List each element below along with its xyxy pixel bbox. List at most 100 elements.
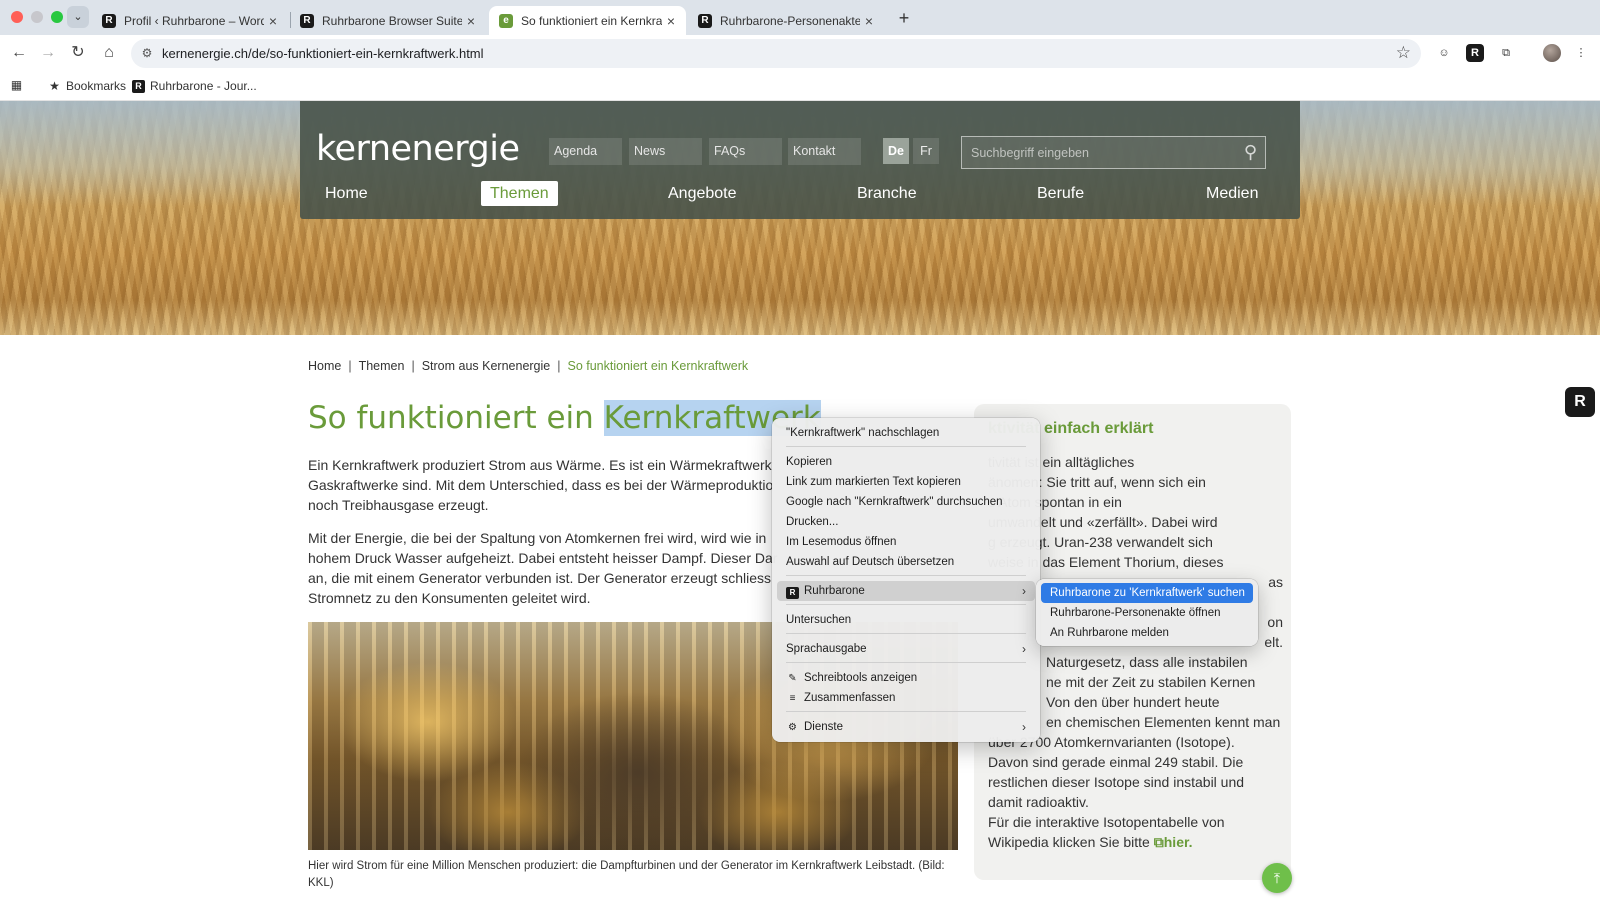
menu-item-speech[interactable]: Sprachausgabe › bbox=[777, 639, 1035, 659]
extensions-puzzle-icon[interactable]: ⧉ bbox=[1497, 44, 1515, 62]
menu-item-google[interactable]: Google nach "Kernkraftwerk" durchsuchen bbox=[777, 492, 1035, 512]
ruhrbarone-floating-icon[interactable]: R bbox=[1565, 387, 1595, 417]
ruhrbarone-extension-icon[interactable]: R bbox=[1466, 44, 1484, 62]
menu-label: Ruhrbarone bbox=[804, 585, 865, 597]
maximize-window-button[interactable] bbox=[51, 11, 63, 23]
tab-title: So funktioniert ein Kernkraftwerk bbox=[521, 13, 662, 28]
forward-icon[interactable]: → bbox=[36, 41, 60, 65]
submenu-item-report[interactable]: An Ruhrbarone melden bbox=[1041, 623, 1253, 643]
tab-browser-suite[interactable]: R Ruhrbarone Browser Suite Options × bbox=[290, 6, 486, 35]
ruhrbarone-submenu: Ruhrbarone zu 'Kernkraftwerk' suchen Ruh… bbox=[1036, 579, 1258, 646]
browser-toolbar: ← → ↻ ⌂ ⚙ kernenergie.ch/de/so-funktioni… bbox=[0, 35, 1600, 72]
back-icon[interactable]: ← bbox=[7, 41, 31, 65]
nav-medien[interactable]: Medien bbox=[1206, 181, 1258, 206]
new-tab-icon[interactable]: + bbox=[892, 6, 916, 30]
summarize-icon: ≡ bbox=[789, 693, 796, 704]
menu-label: Zusammenfassen bbox=[804, 692, 896, 704]
nav-themen[interactable]: Themen bbox=[481, 181, 558, 206]
external-link[interactable]: ⧉hier. bbox=[1154, 834, 1193, 850]
menu-item-inspect[interactable]: Untersuchen bbox=[777, 610, 1035, 630]
search-icon[interactable]: ⚲ bbox=[1244, 142, 1257, 163]
link-text: hier. bbox=[1163, 834, 1193, 850]
menu-separator bbox=[786, 662, 1026, 663]
submenu-item-open-file[interactable]: Ruhrbarone-Personenakte öffnen bbox=[1041, 603, 1253, 623]
tab-kernkraftwerk[interactable]: e So funktioniert ein Kernkraftwerk × bbox=[489, 6, 686, 35]
meta-link-faqs[interactable]: FAQs bbox=[709, 138, 782, 165]
menu-item-ruhrbarone[interactable]: R Ruhrbarone › bbox=[777, 581, 1035, 601]
close-tab-icon[interactable]: × bbox=[860, 13, 878, 29]
menu-item-services[interactable]: ⚙ Dienste › bbox=[777, 717, 1035, 737]
menu-separator bbox=[786, 604, 1026, 605]
ruhrbarone-favicon-icon: R bbox=[132, 79, 145, 93]
breadcrumb-strom[interactable]: Strom aus Kernenergie bbox=[422, 359, 551, 373]
site-info-icon[interactable]: ⚙ bbox=[139, 45, 155, 61]
ruhrbarone-favicon-icon: R bbox=[698, 13, 712, 28]
nav-branche[interactable]: Branche bbox=[857, 181, 917, 206]
menu-item-copy[interactable]: Kopieren bbox=[777, 452, 1035, 472]
bookmark-star-icon[interactable]: ☆ bbox=[1396, 43, 1411, 63]
meta-link-news[interactable]: News bbox=[629, 138, 702, 165]
menu-separator bbox=[786, 711, 1026, 712]
url-text: kernenergie.ch/de/so-funktioniert-ein-ke… bbox=[162, 46, 484, 61]
ruhrbarone-icon: R bbox=[786, 587, 799, 599]
text-line: restlichen dieser Isotope sind instabil … bbox=[988, 774, 1245, 790]
menu-item-lookup[interactable]: "Kernkraftwerk" nachschlagen bbox=[777, 423, 1035, 443]
menu-separator bbox=[786, 633, 1026, 634]
breadcrumb-themen[interactable]: Themen bbox=[359, 359, 405, 373]
reload-icon[interactable]: ↻ bbox=[66, 41, 90, 65]
photo-caption: Hier wird Strom für eine Million Mensche… bbox=[308, 860, 945, 889]
tab-search-chevron-icon[interactable]: ⌄ bbox=[67, 6, 89, 28]
close-window-button[interactable] bbox=[11, 11, 23, 23]
bookmarks-label: Bookmarks bbox=[66, 79, 127, 93]
menu-separator bbox=[786, 446, 1026, 447]
lang-de[interactable]: De bbox=[883, 138, 909, 164]
home-icon[interactable]: ⌂ bbox=[97, 41, 121, 65]
ruhrbarone-favicon-icon: R bbox=[102, 13, 116, 28]
text-line: Wikipedia klicken Sie bitte bbox=[988, 834, 1150, 850]
profile-avatar[interactable] bbox=[1543, 44, 1561, 62]
menu-item-writing-tools[interactable]: ✎ Schreibtools anzeigen bbox=[777, 668, 1035, 688]
services-icon: ⚙ bbox=[788, 722, 797, 733]
extension-puzzle-face-icon[interactable]: ☺ bbox=[1435, 44, 1453, 62]
breadcrumb-home[interactable]: Home bbox=[308, 359, 341, 373]
close-tab-icon[interactable]: × bbox=[264, 13, 282, 29]
menu-item-copy-link[interactable]: Link zum markierten Text kopieren bbox=[777, 472, 1035, 492]
meta-link-kontakt[interactable]: Kontakt bbox=[788, 138, 861, 165]
chevron-right-icon: › bbox=[1022, 642, 1026, 656]
kernenergie-favicon-icon: e bbox=[499, 13, 513, 28]
address-bar[interactable]: ⚙ kernenergie.ch/de/so-funktioniert-ein-… bbox=[131, 39, 1421, 68]
site-logo[interactable]: kernenergie bbox=[316, 129, 520, 169]
menu-item-summarize[interactable]: ≡ Zusammenfassen bbox=[777, 688, 1035, 708]
nav-angebote[interactable]: Angebote bbox=[668, 181, 737, 206]
meta-link-agenda[interactable]: Agenda bbox=[549, 138, 622, 165]
ruhrbarone-favicon-icon: R bbox=[300, 13, 314, 28]
nav-home[interactable]: Home bbox=[325, 181, 368, 206]
tab-title: Ruhrbarone Browser Suite Options bbox=[322, 13, 462, 28]
text-line: damit radioaktiv. bbox=[988, 794, 1089, 810]
page-title: So funktioniert ein Kernkraftwerk bbox=[308, 400, 821, 436]
menu-kebab-icon[interactable]: ⋮ bbox=[1572, 44, 1590, 62]
chevron-right-icon: › bbox=[1022, 584, 1026, 598]
submenu-item-search[interactable]: Ruhrbarone zu 'Kernkraftwerk' suchen bbox=[1041, 583, 1253, 603]
close-tab-icon[interactable]: × bbox=[662, 13, 680, 29]
site-search-input[interactable]: Suchbegriff eingeben ⚲ bbox=[961, 136, 1266, 169]
menu-item-reader[interactable]: Im Lesemodus öffnen bbox=[777, 532, 1035, 552]
context-menu: "Kernkraftwerk" nachschlagen Kopieren Li… bbox=[772, 418, 1040, 742]
apps-grid-icon[interactable]: ▦ bbox=[10, 79, 28, 92]
tab-title: Ruhrbarone-Personenakte bbox=[720, 13, 860, 28]
breadcrumb: Home | Themen | Strom aus Kernenergie | So fun… bbox=[308, 359, 749, 373]
nav-berufe[interactable]: Berufe bbox=[1037, 181, 1084, 206]
close-tab-icon[interactable]: × bbox=[462, 13, 480, 29]
menu-item-translate[interactable]: Auswahl auf Deutsch übersetzen bbox=[777, 552, 1035, 572]
scroll-to-top-icon[interactable]: ⤒ bbox=[1262, 863, 1292, 893]
lang-fr[interactable]: Fr bbox=[913, 138, 939, 164]
bookmark-ruhrbarone[interactable]: R Ruhrbarone - Jour... bbox=[132, 79, 257, 93]
minimize-window-button[interactable] bbox=[31, 11, 43, 23]
tab-profil[interactable]: R Profil ‹ Ruhrbarone – WordPress × bbox=[92, 6, 288, 35]
link-line: Wikipedia klicken Sie bitte ⧉hier. bbox=[988, 832, 1283, 852]
tab-personenakte[interactable]: R Ruhrbarone-Personenakte × bbox=[688, 6, 884, 35]
bookmarks-folder[interactable]: ★ Bookmarks bbox=[48, 79, 126, 93]
text-line: Für die interaktive Isotopentabelle von bbox=[988, 814, 1225, 830]
menu-item-print[interactable]: Drucken... bbox=[777, 512, 1035, 532]
bookmarks-bar: ▦ ★ Bookmarks R Ruhrbarone - Jour... bbox=[0, 72, 1600, 101]
